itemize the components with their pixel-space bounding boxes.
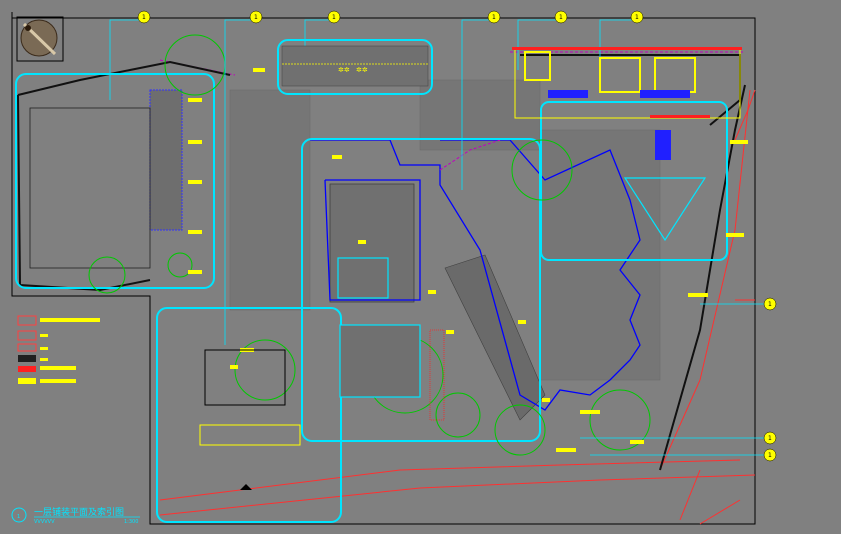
- svg-text:1: 1: [254, 14, 258, 21]
- callout-right-2: 1: [763, 431, 777, 445]
- legend-label-1: [40, 318, 100, 322]
- drawing-title: 一层铺装平面及索引图: [34, 506, 124, 518]
- svg-text:1: 1: [768, 452, 772, 459]
- legend-label-5: [40, 366, 76, 370]
- legend-label-6: [40, 379, 76, 383]
- legend-swatch-6: [18, 378, 36, 384]
- svg-text:1: 1: [332, 14, 336, 21]
- svg-text:✲✲: ✲✲: [356, 66, 368, 74]
- callout-right-1: 1: [763, 297, 777, 311]
- cad-drawing-canvas: 1 1 1 1 1 1 1 1 1 ✲✲ ✲✲ 1 一层铺装平面及索引图 VVV…: [0, 0, 841, 534]
- callout-right-3: 1: [763, 448, 777, 462]
- callout-top-6: 1: [630, 10, 644, 24]
- legend-swatch-5: [18, 366, 36, 372]
- top-center-details: ✲✲ ✲✲: [281, 45, 429, 87]
- legend-label-4: [40, 358, 48, 361]
- legend-swatch-4: [18, 355, 36, 362]
- scale-left: VVVVVV: [34, 519, 55, 525]
- callout-top-4: 1: [487, 10, 501, 24]
- svg-text:1: 1: [768, 435, 772, 442]
- svg-text:✲✲: ✲✲: [338, 66, 350, 74]
- legend-label-3: [40, 347, 48, 350]
- callout-top-1: 1: [137, 10, 151, 24]
- svg-text:1: 1: [768, 301, 772, 308]
- callout-top-5: 1: [554, 10, 568, 24]
- svg-text:1: 1: [559, 14, 563, 21]
- legend-label-2: [40, 334, 48, 337]
- callout-top-2: 1: [249, 10, 263, 24]
- svg-text:1: 1: [635, 14, 639, 21]
- scale-right: 1:300: [124, 519, 138, 525]
- callout-top-3: 1: [327, 10, 341, 24]
- svg-text:1: 1: [142, 14, 146, 21]
- title-number: 1: [17, 514, 20, 520]
- svg-text:1: 1: [492, 14, 496, 21]
